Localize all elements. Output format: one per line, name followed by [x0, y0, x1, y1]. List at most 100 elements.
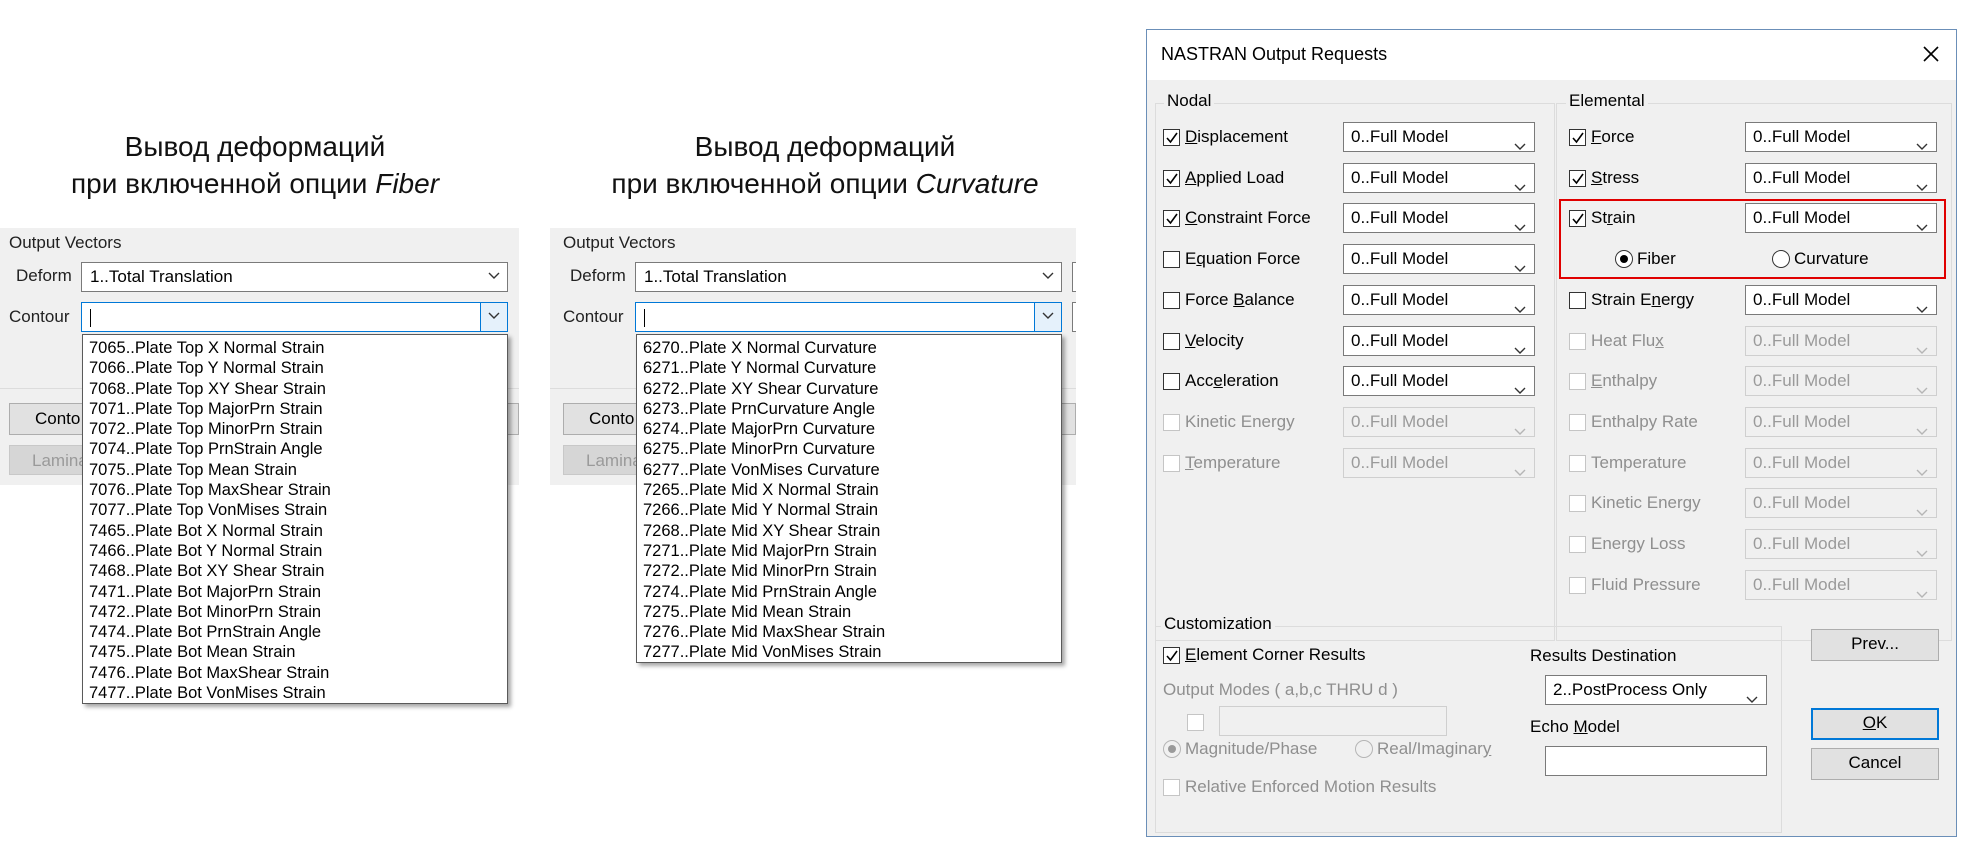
kinetic-energy-scope-select[interactable]: 0..Full Model [1745, 488, 1937, 519]
strain-energy-checkbox[interactable] [1569, 291, 1586, 309]
close-icon[interactable] [1917, 40, 1945, 68]
heat-flux-checkbox[interactable] [1569, 332, 1586, 350]
applied-load-checkbox[interactable] [1163, 169, 1180, 187]
velocity-checkbox[interactable] [1163, 332, 1180, 350]
force-checkbox[interactable] [1569, 129, 1586, 146]
applied-load-scope-select[interactable]: 0..Full Model [1343, 162, 1535, 193]
deform-select[interactable]: 1..Total Translation [81, 262, 508, 292]
temperature-scope-select[interactable]: 0..Full Model [1745, 447, 1937, 478]
fluid-pressure-checkbox[interactable] [1569, 576, 1586, 594]
cancel-button[interactable]: Cancel [1811, 748, 1939, 780]
kinetic-energy-label: Kinetic Energy [1591, 493, 1701, 513]
dropdown-list-item[interactable]: 7272..Plate Mid MinorPrn Strain [640, 561, 1061, 581]
enthalpy-scope-select[interactable]: 0..Full Model [1745, 366, 1937, 397]
equation-force-checkbox[interactable] [1163, 251, 1180, 269]
results-destination-select[interactable]: 2..PostProcess Only [1545, 675, 1767, 705]
echo-model-input[interactable] [1545, 746, 1767, 776]
contour-select[interactable] [635, 302, 1062, 332]
magnitude-phase-radio[interactable] [1163, 740, 1181, 758]
constraint-force-checkbox[interactable] [1163, 210, 1180, 228]
dropdown-list-item[interactable]: 6270..Plate X Normal Curvature [640, 338, 1061, 358]
dropdown-list-item[interactable]: 7476..Plate Bot MaxShear Strain [86, 663, 507, 683]
energy-loss-checkbox[interactable] [1569, 536, 1586, 553]
enthalpy-checkbox[interactable] [1569, 373, 1586, 391]
prev-button[interactable]: Prev... [1811, 629, 1939, 661]
dropdown-list-item[interactable]: 7265..Plate Mid X Normal Strain [640, 480, 1061, 500]
dropdown-list-item[interactable]: 7275..Plate Mid Mean Strain [640, 602, 1061, 622]
dropdown-list-item[interactable]: 7277..Plate Mid VonMises Strain [640, 642, 1061, 662]
caption-curvature-line1: Вывод деформаций [694, 131, 956, 162]
dropdown-list-item[interactable]: 7477..Plate Bot VonMises Strain [86, 683, 507, 703]
strain-energy-scope-select[interactable]: 0..Full Model [1745, 284, 1937, 315]
dropdown-list-item[interactable]: 7074..Plate Top PrnStrain Angle [86, 439, 507, 459]
dropdown-list-item[interactable]: 6273..Plate PrnCurvature Angle [640, 399, 1061, 419]
laminate-button[interactable]: Lamina [9, 445, 83, 475]
dropdown-list-item[interactable]: 7065..Plate Top X Normal Strain [86, 338, 507, 358]
dropdown-list-item[interactable]: 7271..Plate Mid MajorPrn Strain [640, 541, 1061, 561]
dropdown-list-item[interactable]: 7276..Plate Mid MaxShear Strain [640, 622, 1061, 642]
energy-loss-scope-select[interactable]: 0..Full Model [1745, 529, 1937, 559]
displacement-scope-select[interactable]: 0..Full Model [1343, 122, 1535, 152]
acceleration-checkbox[interactable] [1163, 373, 1180, 391]
output-modes-input[interactable] [1219, 706, 1447, 736]
dropdown-list-item[interactable]: 7475..Plate Bot Mean Strain [86, 642, 507, 662]
fluid-pressure-scope-select[interactable]: 0..Full Model [1745, 569, 1937, 600]
acceleration-scope-select[interactable]: 0..Full Model [1343, 366, 1535, 397]
force-balance-scope-select[interactable]: 0..Full Model [1343, 284, 1535, 315]
dropdown-list-item[interactable]: 6277..Plate VonMises Curvature [640, 460, 1061, 480]
caption-fiber-prefix: при включенной опции [70, 168, 376, 199]
velocity-scope-select[interactable]: 0..Full Model [1343, 325, 1535, 356]
dropdown-list-item[interactable]: 7466..Plate Bot Y Normal Strain [86, 541, 507, 561]
dropdown-list-item[interactable]: 7465..Plate Bot X Normal Strain [86, 521, 507, 541]
temperature-checkbox[interactable] [1569, 454, 1586, 472]
dropdown-list-item[interactable]: 7274..Plate Mid PrnStrain Angle [640, 582, 1061, 602]
chevron-down-icon [1035, 263, 1061, 291]
force-balance-checkbox[interactable] [1163, 291, 1180, 309]
dropdown-list-item[interactable]: 7066..Plate Top Y Normal Strain [86, 358, 507, 378]
dropdown-list-item[interactable]: 7076..Plate Top MaxShear Strain [86, 480, 507, 500]
fiber-radio[interactable] [1615, 250, 1633, 268]
dropdown-list-item[interactable]: 7474..Plate Bot PrnStrain Angle [86, 622, 507, 642]
dropdown-list-item[interactable]: 7266..Plate Mid Y Normal Strain [640, 500, 1061, 520]
dropdown-list-item[interactable]: 7068..Plate Top XY Shear Strain [86, 379, 507, 399]
kinetic-energy-scope-select[interactable]: 0..Full Model [1343, 406, 1535, 437]
dropdown-list-item[interactable]: 6275..Plate MinorPrn Curvature [640, 439, 1061, 459]
stress-checkbox[interactable] [1569, 169, 1586, 187]
dropdown-list-item[interactable]: 7472..Plate Bot MinorPrn Strain [86, 602, 507, 622]
constraint-force-scope-select[interactable]: 0..Full Model [1343, 203, 1535, 234]
dropdown-list-item[interactable]: 7468..Plate Bot XY Shear Strain [86, 561, 507, 581]
enthalpy-rate-scope-select[interactable]: 0..Full Model [1745, 406, 1937, 437]
dropdown-list-item[interactable]: 7075..Plate Top Mean Strain [86, 460, 507, 480]
element-corner-checkbox[interactable] [1163, 647, 1180, 664]
temperature-scope-select[interactable]: 0..Full Model [1343, 447, 1535, 478]
curvature-radio[interactable] [1772, 250, 1790, 268]
force-scope-select[interactable]: 0..Full Model [1745, 122, 1937, 152]
temperature-checkbox[interactable] [1163, 454, 1180, 472]
dropdown-list-item[interactable]: 7471..Plate Bot MajorPrn Strain [86, 582, 507, 602]
stress-scope-select[interactable]: 0..Full Model [1745, 162, 1937, 193]
dropdown-list-item[interactable]: 7077..Plate Top VonMises Strain [86, 500, 507, 520]
label-part: Energy Loss [1591, 534, 1686, 553]
equation-force-scope-select[interactable]: 0..Full Model [1343, 244, 1535, 275]
contour-select[interactable] [81, 302, 508, 332]
real-imaginary-radio[interactable] [1355, 740, 1373, 758]
laminate-button[interactable]: Lamina [563, 445, 637, 475]
dropdown-list-item[interactable]: 6271..Plate Y Normal Curvature [640, 358, 1061, 378]
heat-flux-scope-select[interactable]: 0..Full Model [1745, 325, 1937, 356]
fiber-label: Fiber [1637, 249, 1676, 268]
ok-button[interactable]: OK [1811, 708, 1939, 740]
dropdown-list-item[interactable]: 7268..Plate Mid XY Shear Strain [640, 521, 1061, 541]
kinetic-energy-checkbox[interactable] [1163, 413, 1180, 431]
dropdown-list-item[interactable]: 7071..Plate Top MajorPrn Strain [86, 399, 507, 419]
dropdown-list-item[interactable]: 6274..Plate MajorPrn Curvature [640, 419, 1061, 439]
output-modes-checkbox[interactable] [1187, 714, 1204, 731]
relative-enforced-checkbox[interactable] [1163, 779, 1180, 796]
enthalpy-rate-checkbox[interactable] [1569, 413, 1586, 431]
kinetic-energy-checkbox[interactable] [1569, 495, 1586, 513]
dropdown-list-item[interactable]: 6272..Plate XY Shear Curvature [640, 379, 1061, 399]
contour-options-button[interactable]: Conto [563, 403, 637, 435]
dropdown-list-item[interactable]: 7072..Plate Top MinorPrn Strain [86, 419, 507, 439]
contour-options-button[interactable]: Conto [9, 403, 83, 435]
displacement-checkbox[interactable] [1163, 129, 1180, 146]
deform-select[interactable]: 1..Total Translation [635, 262, 1062, 292]
